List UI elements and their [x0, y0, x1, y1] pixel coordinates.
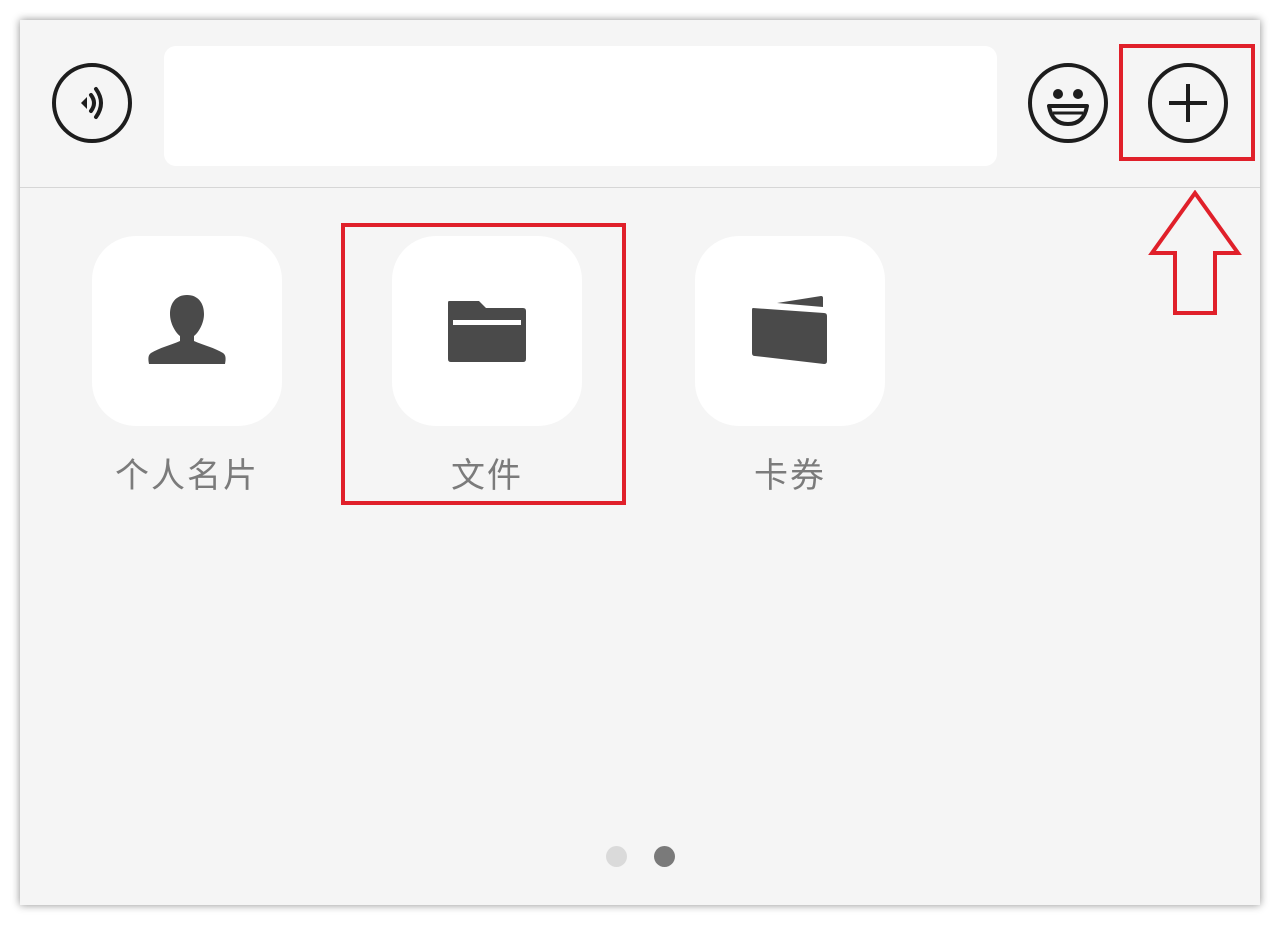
- smiley-icon: [1047, 89, 1089, 126]
- more-functions-panel: 个人名片 文件 卡券: [20, 188, 1260, 905]
- tile-icon-box: [695, 236, 885, 426]
- chat-input-panel: 个人名片 文件 卡券: [20, 20, 1260, 905]
- voice-icon: [81, 87, 103, 119]
- page-indicator: [20, 846, 1260, 868]
- wallet-icon: [752, 296, 827, 364]
- tile-icon-box: [392, 236, 582, 426]
- page-dot[interactable]: [606, 846, 627, 867]
- input-bar: [20, 20, 1260, 188]
- tile-business-card[interactable]: 个人名片: [92, 236, 282, 497]
- tile-label: 个人名片: [115, 456, 259, 496]
- plus-icon: [1169, 84, 1207, 122]
- page-dot-active[interactable]: [654, 846, 675, 867]
- person-icon: [148, 295, 226, 364]
- tile-label: 文件: [451, 456, 523, 496]
- tile-coupon[interactable]: 卡券: [695, 236, 885, 497]
- voice-button[interactable]: [52, 63, 132, 143]
- up-arrow-annotation: [1148, 190, 1242, 315]
- plus-button[interactable]: [1148, 63, 1228, 143]
- message-input[interactable]: [164, 46, 997, 166]
- folder-icon: [448, 301, 526, 362]
- emoji-button[interactable]: [1028, 63, 1108, 143]
- tile-icon-box: [92, 236, 282, 426]
- tile-file[interactable]: 文件: [392, 236, 582, 497]
- tile-label: 卡券: [754, 456, 826, 496]
